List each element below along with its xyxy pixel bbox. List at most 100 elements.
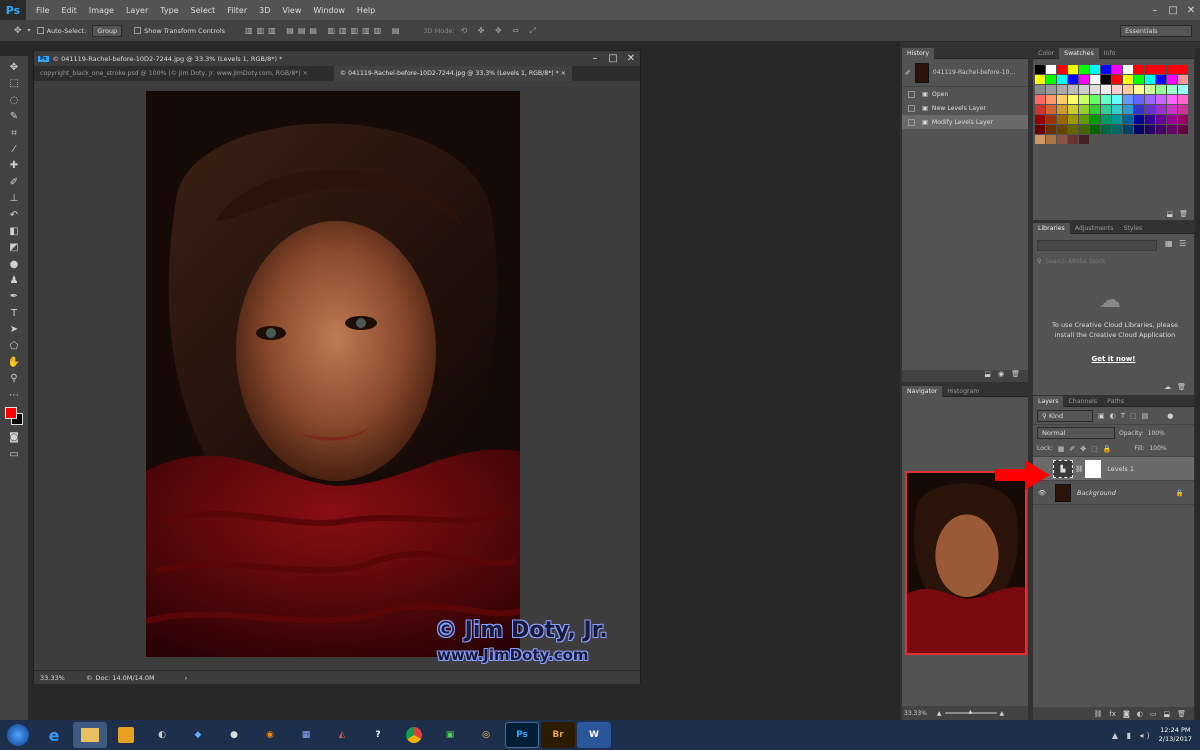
add-mask-icon[interactable]: ◙ bbox=[1123, 710, 1130, 718]
tab-rachel-jpg[interactable]: © 041119-Rachel-before-10D2-7244.jpg @ 3… bbox=[334, 66, 572, 81]
color-swatch[interactable] bbox=[1112, 85, 1122, 94]
color-swatch[interactable] bbox=[1178, 85, 1188, 94]
shape-tool-icon[interactable]: ⬠ bbox=[0, 339, 28, 355]
filter-pixel-icon[interactable]: ▣ bbox=[1098, 412, 1105, 420]
color-swatch[interactable] bbox=[1035, 65, 1045, 74]
menu-filter[interactable]: Filter bbox=[221, 6, 253, 15]
maximize-button[interactable]: □ bbox=[1164, 5, 1182, 16]
color-swatch[interactable] bbox=[1090, 85, 1100, 94]
layer-background[interactable]: 👁 Background 🔒 bbox=[1033, 481, 1194, 505]
tab-styles[interactable]: Styles bbox=[1118, 223, 1147, 234]
lock-icon[interactable]: 🔒 bbox=[1176, 489, 1184, 497]
menu-layer[interactable]: Layer bbox=[120, 6, 154, 15]
library-select[interactable] bbox=[1037, 240, 1157, 251]
dodge-tool-icon[interactable]: ♟ bbox=[0, 273, 28, 289]
color-swatch[interactable] bbox=[1046, 115, 1056, 124]
color-swatch[interactable] bbox=[1167, 75, 1177, 84]
color-swatch[interactable] bbox=[1156, 95, 1166, 104]
color-swatch[interactable] bbox=[1123, 65, 1133, 74]
color-swatch[interactable] bbox=[1068, 95, 1078, 104]
zoom-tool-icon[interactable]: ⚲ bbox=[0, 371, 28, 387]
app-icon-5[interactable]: ◭ bbox=[325, 722, 359, 748]
doc-minimize-button[interactable]: – bbox=[586, 53, 604, 64]
history-item-open[interactable]: ▣ Open bbox=[902, 87, 1028, 101]
firefox-icon[interactable]: ◉ bbox=[253, 722, 287, 748]
list-view-icon[interactable]: ☰ bbox=[1179, 239, 1186, 248]
color-swatch[interactable] bbox=[1046, 125, 1056, 134]
color-swatch[interactable] bbox=[1123, 115, 1133, 124]
color-swatch[interactable] bbox=[1178, 75, 1188, 84]
color-swatch[interactable] bbox=[1101, 75, 1111, 84]
close-button[interactable]: ✕ bbox=[1182, 5, 1200, 16]
color-swatch[interactable] bbox=[1057, 125, 1067, 134]
more-tools-icon[interactable]: ⋯ bbox=[0, 388, 28, 404]
color-swatch[interactable] bbox=[1178, 95, 1188, 104]
color-swatch[interactable] bbox=[1134, 85, 1144, 94]
color-swatch[interactable] bbox=[1057, 105, 1067, 114]
color-swatch[interactable] bbox=[1145, 105, 1155, 114]
color-swatch[interactable] bbox=[1123, 125, 1133, 134]
menu-view[interactable]: View bbox=[276, 6, 307, 15]
color-swatch[interactable] bbox=[1145, 65, 1155, 74]
tab-color[interactable]: Color bbox=[1033, 48, 1059, 59]
trash-icon[interactable]: 🗑 bbox=[1011, 370, 1020, 382]
color-swatch[interactable] bbox=[1167, 115, 1177, 124]
doc-close-button[interactable]: ✕ bbox=[622, 53, 640, 64]
color-swatch[interactable] bbox=[1178, 105, 1188, 114]
color-swatch[interactable] bbox=[1178, 65, 1188, 74]
opacity-value[interactable]: 100% bbox=[1148, 430, 1165, 437]
zoom-in-icon[interactable]: ▲ bbox=[1000, 710, 1005, 717]
color-swatch[interactable] bbox=[1156, 105, 1166, 114]
healing-brush-tool-icon[interactable]: ✚ bbox=[0, 158, 28, 174]
move-tool-icon[interactable]: ✥ bbox=[0, 60, 28, 76]
tab-libraries[interactable]: Libraries bbox=[1033, 222, 1070, 234]
camera-icon[interactable]: ◉ bbox=[998, 370, 1004, 382]
marquee-tool-icon[interactable]: ⬚ bbox=[0, 76, 28, 92]
zoom-out-icon[interactable]: ▲ bbox=[937, 710, 942, 717]
menu-image[interactable]: Image bbox=[83, 6, 120, 15]
color-swatch[interactable] bbox=[1046, 75, 1056, 84]
color-swatch[interactable] bbox=[1090, 75, 1100, 84]
color-swatch[interactable] bbox=[1046, 105, 1056, 114]
color-swatch[interactable] bbox=[1035, 85, 1045, 94]
canvas-area[interactable] bbox=[34, 81, 640, 670]
color-swatch[interactable] bbox=[1101, 105, 1111, 114]
color-swatch[interactable] bbox=[1046, 135, 1056, 144]
path-selection-tool-icon[interactable]: ➤ bbox=[0, 322, 28, 338]
ie-icon[interactable]: e bbox=[37, 722, 71, 748]
auto-select-dropdown[interactable]: Group bbox=[92, 24, 123, 37]
lock-paint-icon[interactable]: ✐ bbox=[1069, 445, 1075, 453]
color-swatch[interactable] bbox=[1101, 125, 1111, 134]
color-swatch[interactable] bbox=[1112, 65, 1122, 74]
menu-edit[interactable]: Edit bbox=[55, 6, 83, 15]
lock-position-icon[interactable]: ✥ bbox=[1080, 445, 1086, 453]
grid-view-icon[interactable]: ▦ bbox=[1165, 239, 1173, 248]
blur-tool-icon[interactable]: ● bbox=[0, 257, 28, 273]
clock[interactable]: 12:24 PM 2/13/2017 bbox=[1159, 726, 1192, 744]
color-swatch[interactable] bbox=[1134, 65, 1144, 74]
trash-icon[interactable]: 🗑 bbox=[1177, 383, 1186, 391]
color-swatch[interactable] bbox=[1112, 125, 1122, 134]
help-icon[interactable]: ? bbox=[361, 722, 395, 748]
color-swatch[interactable] bbox=[1046, 85, 1056, 94]
eraser-tool-icon[interactable]: ◧ bbox=[0, 224, 28, 240]
move-tool-icon[interactable]: ✥ bbox=[14, 26, 22, 36]
adjustment-layer-icon[interactable]: ◐ bbox=[1137, 710, 1143, 718]
app-icon-3[interactable]: ● bbox=[217, 722, 251, 748]
eyedropper-tool-icon[interactable]: ⁄ bbox=[0, 142, 28, 158]
color-swatch[interactable] bbox=[1112, 75, 1122, 84]
layer-levels-1[interactable]: ▙ ⛓ Levels 1 bbox=[1033, 457, 1194, 481]
pen-tool-icon[interactable]: ✒ bbox=[0, 289, 28, 305]
doc-maximize-button[interactable]: □ bbox=[604, 53, 622, 64]
explorer-icon[interactable] bbox=[73, 722, 107, 748]
color-swatch[interactable] bbox=[1145, 115, 1155, 124]
filter-shape-icon[interactable]: ⬚ bbox=[1130, 412, 1137, 420]
navigator-zoom[interactable]: 33.33% bbox=[904, 710, 927, 717]
align-icons[interactable]: ▥▥▥ ▤▤▤ ▥▥▥▥▥ ▤ bbox=[245, 26, 403, 35]
new-swatch-icon[interactable]: ⬓ bbox=[1166, 210, 1173, 218]
color-swatch[interactable] bbox=[1134, 115, 1144, 124]
zoom-slider[interactable]: ▲ bbox=[944, 709, 997, 715]
color-swatch[interactable] bbox=[1079, 115, 1089, 124]
color-swatch[interactable] bbox=[1101, 95, 1111, 104]
color-swatch[interactable] bbox=[1057, 85, 1067, 94]
